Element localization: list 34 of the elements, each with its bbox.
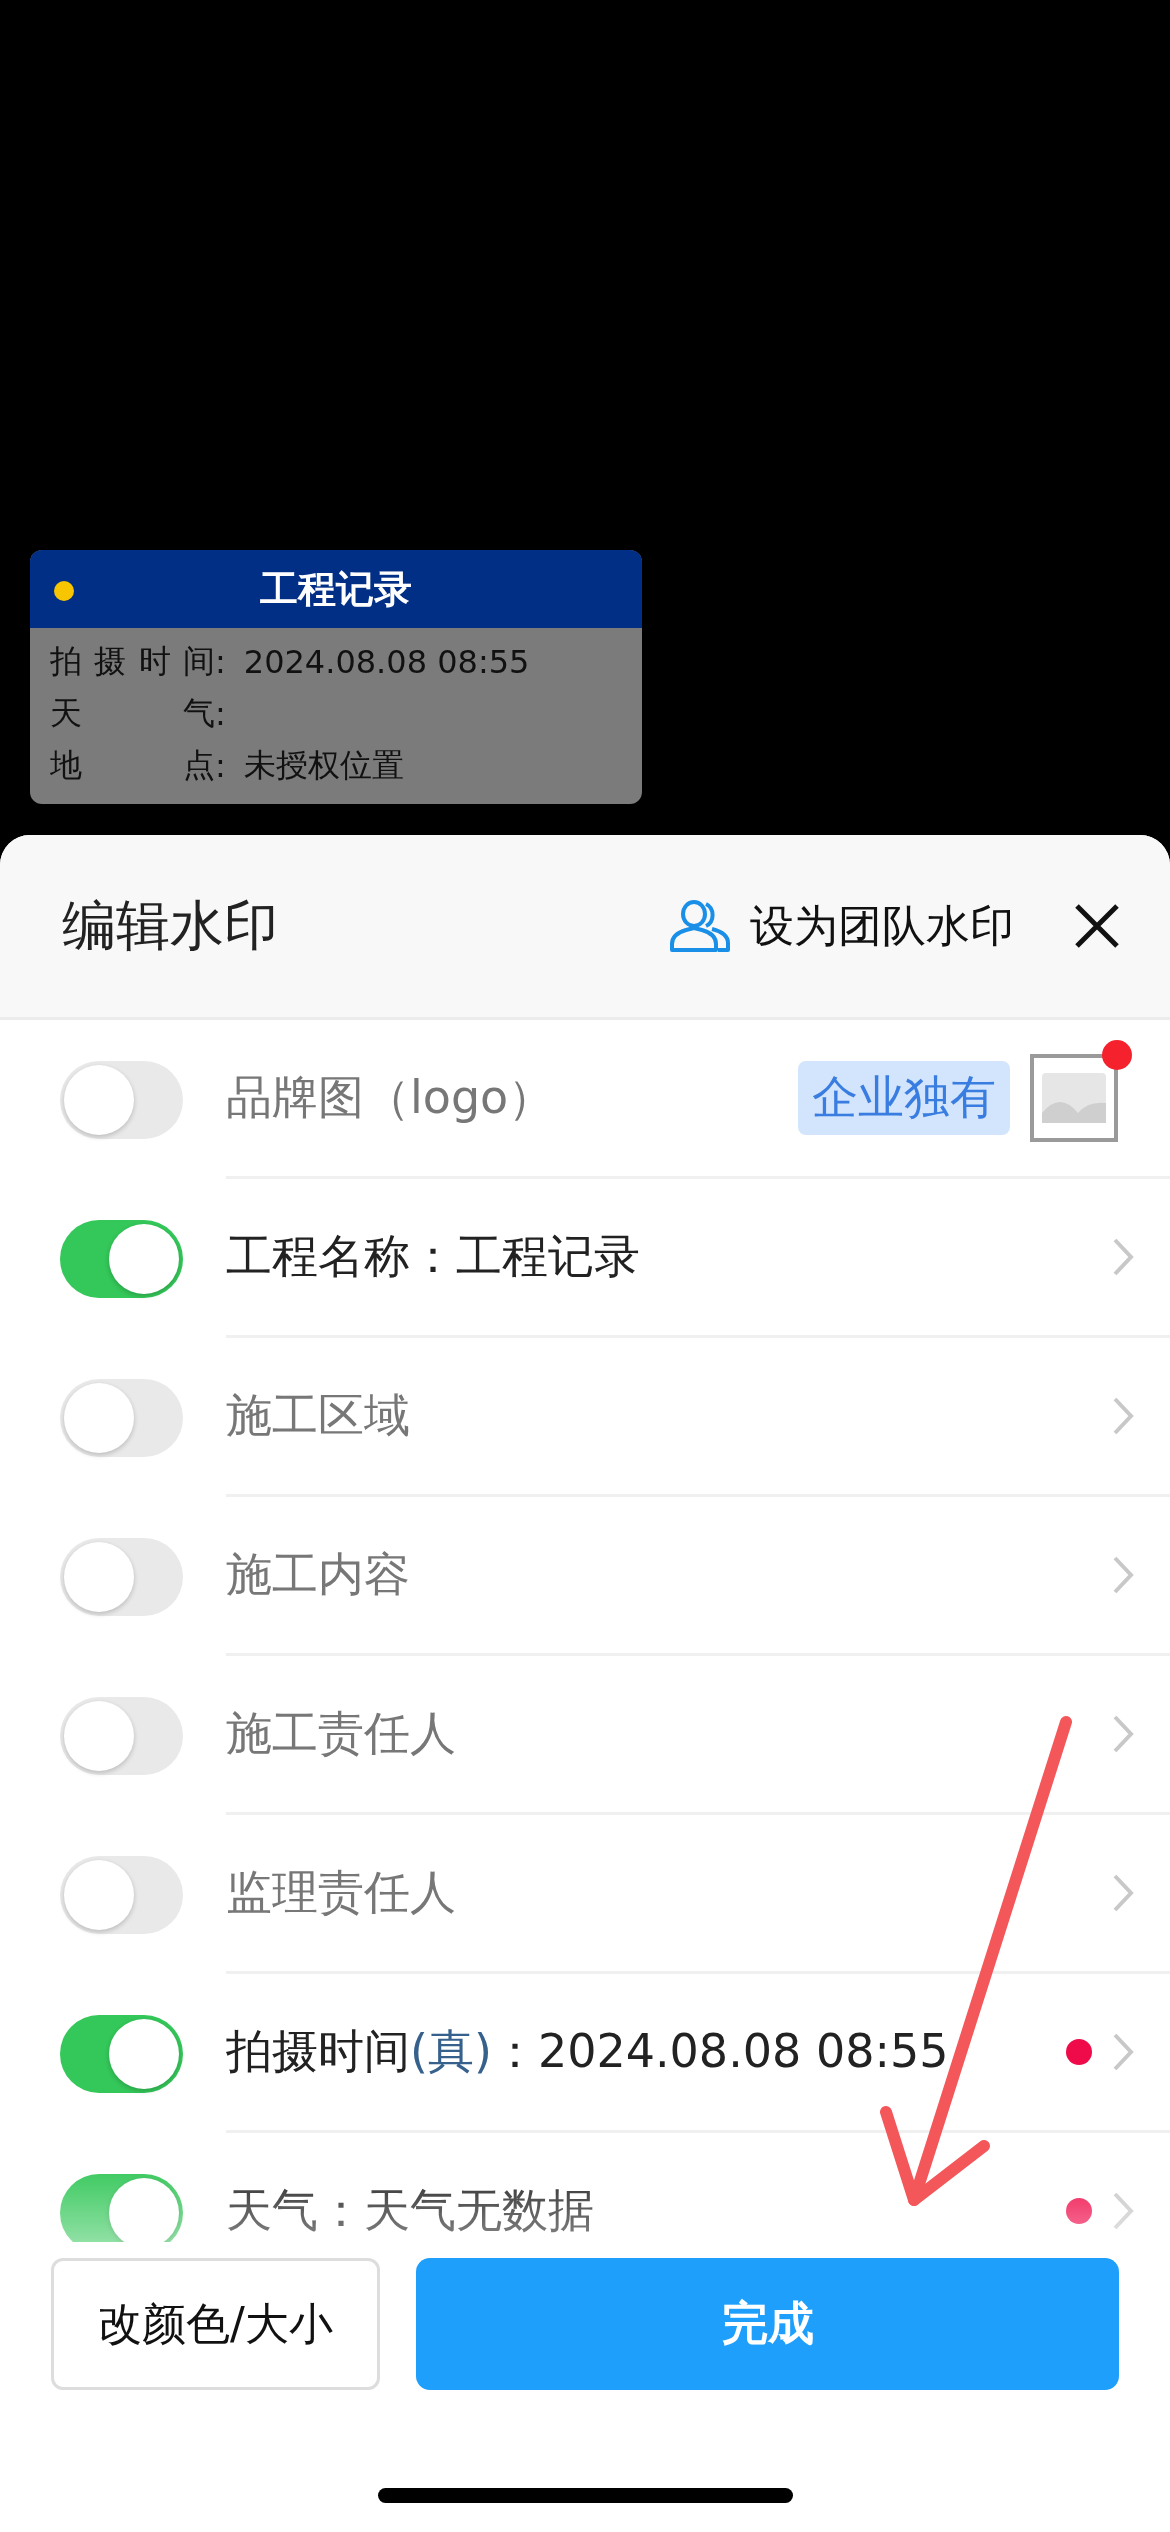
watermark-colon: :	[215, 695, 226, 733]
watermark-value: 2024.08.08 08:55	[243, 643, 530, 681]
field-label: 工程名称：工程记录	[226, 1228, 641, 1285]
image-icon	[1042, 1073, 1106, 1123]
close-button[interactable]	[1074, 903, 1120, 949]
chevron-icon	[1112, 1396, 1134, 1436]
watermark-label: 天气	[50, 693, 215, 734]
notification-dot	[1102, 1040, 1132, 1070]
field-label: 品牌图（logo）	[226, 1069, 556, 1126]
enterprise-badge: 企业独有	[798, 1061, 1010, 1135]
watermark-colon: :	[215, 643, 226, 681]
chevron-icon	[1112, 1714, 1134, 1754]
field-label: 监理责任人	[226, 1864, 457, 1921]
color-size-button[interactable]: 改颜色/大小	[51, 2258, 380, 2390]
sheet-title: 编辑水印	[62, 892, 279, 959]
field-label: 拍摄时间(真)：2024.08.08 08:55	[226, 2023, 950, 2080]
chevron-icon	[1112, 2032, 1134, 2072]
chevron-icon	[1112, 2191, 1134, 2231]
field-label: 施工责任人	[226, 1705, 457, 1762]
field-label: 施工区域	[226, 1387, 411, 1444]
field-label: 施工内容	[226, 1546, 411, 1603]
field-label: 天气：天气无数据	[226, 2182, 595, 2239]
watermark-label: 拍摄时间	[50, 641, 215, 682]
close-icon	[1074, 903, 1120, 949]
watermark-colon: :	[215, 747, 226, 785]
watermark-title: 工程记录	[260, 565, 412, 613]
chevron-icon	[1112, 1873, 1134, 1913]
watermark-value: 未授权位置	[243, 745, 404, 786]
watermark-label: 地点	[50, 745, 215, 786]
logo-thumbnail[interactable]	[1030, 1054, 1118, 1142]
chevron-icon	[1112, 1555, 1134, 1595]
dot-icon	[54, 581, 74, 601]
team-watermark-button[interactable]: 设为团队水印	[668, 896, 1014, 956]
chevron-icon	[1112, 1237, 1134, 1277]
